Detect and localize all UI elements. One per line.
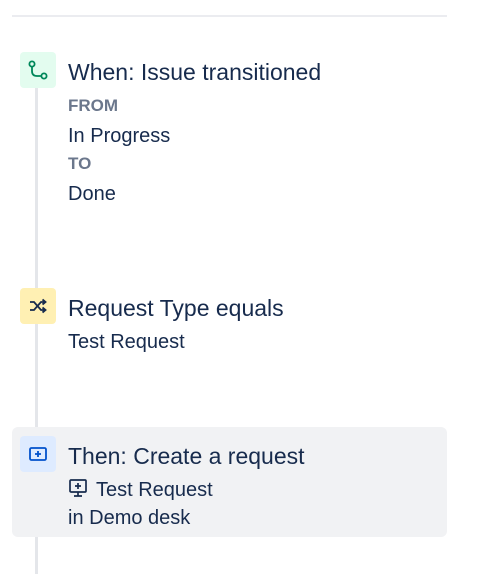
condition-title: Request Type equals — [68, 295, 284, 321]
top-divider — [12, 15, 447, 17]
rule-step-trigger[interactable]: When: Issue transitioned FROM In Progres… — [12, 50, 447, 220]
condition-value: Test Request — [68, 331, 185, 353]
from-label: FROM — [68, 96, 119, 115]
rule-step-action[interactable]: Then: Create a request Test Request in D… — [12, 427, 447, 537]
to-value: Done — [68, 183, 116, 205]
create-request-icon — [20, 436, 56, 472]
request-type-icon — [68, 478, 88, 504]
rule-step-condition[interactable]: Request Type equals Test Request — [12, 286, 447, 366]
action-title: Then: Create a request — [68, 443, 305, 469]
shuffle-icon — [20, 288, 56, 324]
trigger-title: When: Issue transitioned — [68, 59, 322, 85]
to-label: TO — [68, 154, 92, 173]
transition-icon — [20, 52, 56, 88]
action-request-type: Test Request — [68, 478, 213, 504]
request-type-label: Test Request — [96, 479, 213, 501]
from-value: In Progress — [68, 125, 171, 147]
action-project: in Demo desk — [68, 507, 191, 529]
